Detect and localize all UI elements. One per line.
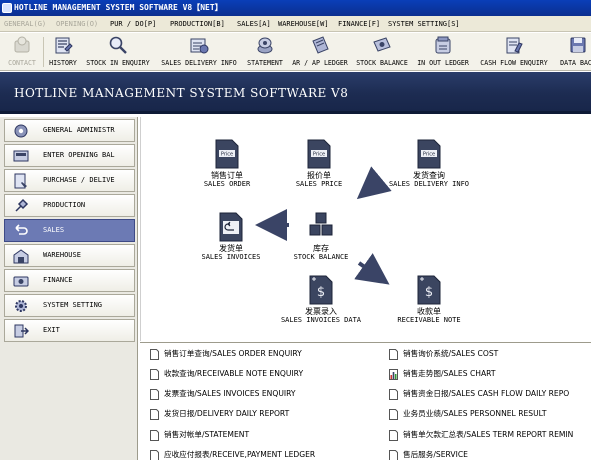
exit-icon <box>14 324 29 338</box>
purchase-icon <box>14 173 27 189</box>
app-icon <box>2 3 12 13</box>
contact-icon <box>14 36 30 53</box>
document-icon <box>150 430 159 441</box>
menu-purchase[interactable]: PUR / DO[P] <box>110 18 156 30</box>
toolbar-data-backup-button[interactable]: DATA BACK <box>555 35 591 69</box>
toolbar-stock-in-enquiry-button[interactable]: STOCK IN ENQUIRY <box>83 35 153 69</box>
document-icon <box>150 349 159 360</box>
toolbar-sales-delivery-info-button[interactable]: SALES DELIVERY INFO <box>156 35 242 69</box>
report-links-panel: 销售订单查询/SALES ORDER ENQUIRY 收款查询/RECEIVAB… <box>140 342 591 460</box>
data-backup-icon <box>570 37 586 53</box>
toolbar-in-out-ledger-button[interactable]: IN OUT LEDGER <box>413 35 473 69</box>
sidebar-item-sales[interactable]: SALES <box>4 219 135 242</box>
sidebar-item-exit[interactable]: EXIT <box>4 319 135 342</box>
flow-node-receivable-note[interactable]: $ 收款单 RECEIVABLE NOTE <box>385 275 473 331</box>
dollar-document-icon: $ <box>417 275 441 305</box>
stock-balance-icon <box>373 37 391 52</box>
price-document-icon: Price <box>215 139 239 169</box>
menu-bar: GENERAL(G) OPENING(O) PUR / DO[P] PRODUC… <box>0 16 591 32</box>
document-icon <box>389 450 398 460</box>
flow-node-sales-delivery-info[interactable]: Price 发货查询 SALES DELIVERY INFO <box>381 139 477 195</box>
dollar-document-icon: $ <box>309 275 333 305</box>
menu-opening[interactable]: OPENING(O) <box>56 18 98 30</box>
finance-icon <box>13 276 29 287</box>
document-icon <box>389 349 398 360</box>
svg-text:$: $ <box>425 285 433 300</box>
toolbar: CONTACT HISTORY STOCK IN ENQUIRY SALES D… <box>0 33 591 71</box>
sidebar-item-general-administration[interactable]: GENERAL ADMINISTR <box>4 119 135 142</box>
document-icon <box>150 409 159 420</box>
production-icon <box>15 198 29 212</box>
flow-node-sales-invoices-data[interactable]: $ 发票录入 SALES INVOICES DATA <box>271 275 371 331</box>
toolbar-contact-button[interactable]: CONTACT <box>2 35 42 69</box>
svg-text:$: $ <box>317 285 325 300</box>
delivery-icon <box>190 38 209 54</box>
svg-text:Price: Price <box>313 152 325 158</box>
history-icon <box>55 37 73 54</box>
sidebar-item-purchase-delivery[interactable]: PURCHASE / DELIVE <box>4 169 135 192</box>
flow-node-sales-price[interactable]: Price 报价单 SALES PRICE <box>279 139 359 195</box>
sidebar: GENERAL ADMINISTR ENTER OPENING BAL PURC… <box>0 117 138 460</box>
flow-node-stock-balance[interactable]: 库存 STOCK BALANCE <box>281 212 361 268</box>
in-out-ledger-icon <box>435 36 451 54</box>
menu-production[interactable]: PRODUCTION[B] <box>170 18 225 30</box>
sales-icon <box>15 224 28 235</box>
title-bar: HOTLINE MANAGEMENT SYSTEM SOFTWARE V8【NE… <box>0 0 591 16</box>
toolbar-history-button[interactable]: HISTORY <box>45 35 81 69</box>
bar-chart-icon <box>389 369 398 380</box>
opening-balance-icon <box>13 150 29 162</box>
document-icon <box>150 450 159 460</box>
toolbar-statement-button[interactable]: STATEMENT <box>243 35 287 69</box>
return-document-icon <box>219 212 243 242</box>
statement-icon <box>257 37 273 54</box>
sales-flow-diagram: Price 销售订单 SALES ORDER Price 报价单 SALES P… <box>140 117 591 341</box>
svg-text:Price: Price <box>221 152 233 158</box>
arrow-delivery-to-price <box>356 166 392 200</box>
document-icon <box>389 389 398 400</box>
toolbar-cash-flow-enquiry-button[interactable]: CASH FLOW ENQUIRY <box>475 35 553 69</box>
boxes-icon <box>309 212 333 236</box>
document-icon <box>150 369 159 380</box>
window-title: HOTLINE MANAGEMENT SYSTEM SOFTWARE V8【NE… <box>14 3 223 12</box>
magnifier-icon <box>109 36 127 54</box>
sidebar-item-warehouse[interactable]: WAREHOUSE <box>4 244 135 267</box>
menu-system-setting[interactable]: SYSTEM SETTING[S] <box>388 18 460 30</box>
price-document-icon: Price <box>417 139 441 169</box>
ledger-icon <box>312 36 329 54</box>
toolbar-stock-balance-button[interactable]: STOCK BALANCE <box>353 35 411 69</box>
flow-node-sales-invoices[interactable]: 发货单 SALES INVOICES <box>189 212 273 268</box>
toolbar-separator <box>43 37 44 67</box>
sidebar-item-finance[interactable]: FINANCE <box>4 269 135 292</box>
banner-title: HOTLINE MANAGEMENT SYSTEM SOFTWARE V8 <box>14 86 349 100</box>
sidebar-item-system-setting[interactable]: SYSTEM SETTING <box>4 294 135 317</box>
menu-warehouse[interactable]: WAREHOUSE[W] <box>278 18 329 30</box>
sidebar-item-enter-opening-balance[interactable]: ENTER OPENING BAL <box>4 144 135 167</box>
toolbar-ar-ap-ledger-button[interactable]: AR / AP LEDGER <box>288 35 352 69</box>
menu-general[interactable]: GENERAL(G) <box>4 18 46 30</box>
menu-sales[interactable]: SALES[A] <box>237 18 271 30</box>
svg-text:Price: Price <box>423 152 435 158</box>
general-admin-icon <box>14 124 28 138</box>
cash-flow-icon <box>506 37 523 54</box>
price-document-icon: Price <box>307 139 331 169</box>
menu-finance[interactable]: FINANCE[F] <box>338 18 380 30</box>
app-banner: HOTLINE MANAGEMENT SYSTEM SOFTWARE V8 <box>0 72 591 114</box>
document-icon <box>389 430 398 441</box>
document-icon <box>150 389 159 400</box>
warehouse-icon <box>13 249 29 264</box>
sidebar-item-production[interactable]: PRODUCTION <box>4 194 135 217</box>
flow-node-sales-order[interactable]: Price 销售订单 SALES ORDER <box>185 139 269 195</box>
document-icon <box>389 409 398 420</box>
system-setting-icon <box>15 300 27 312</box>
